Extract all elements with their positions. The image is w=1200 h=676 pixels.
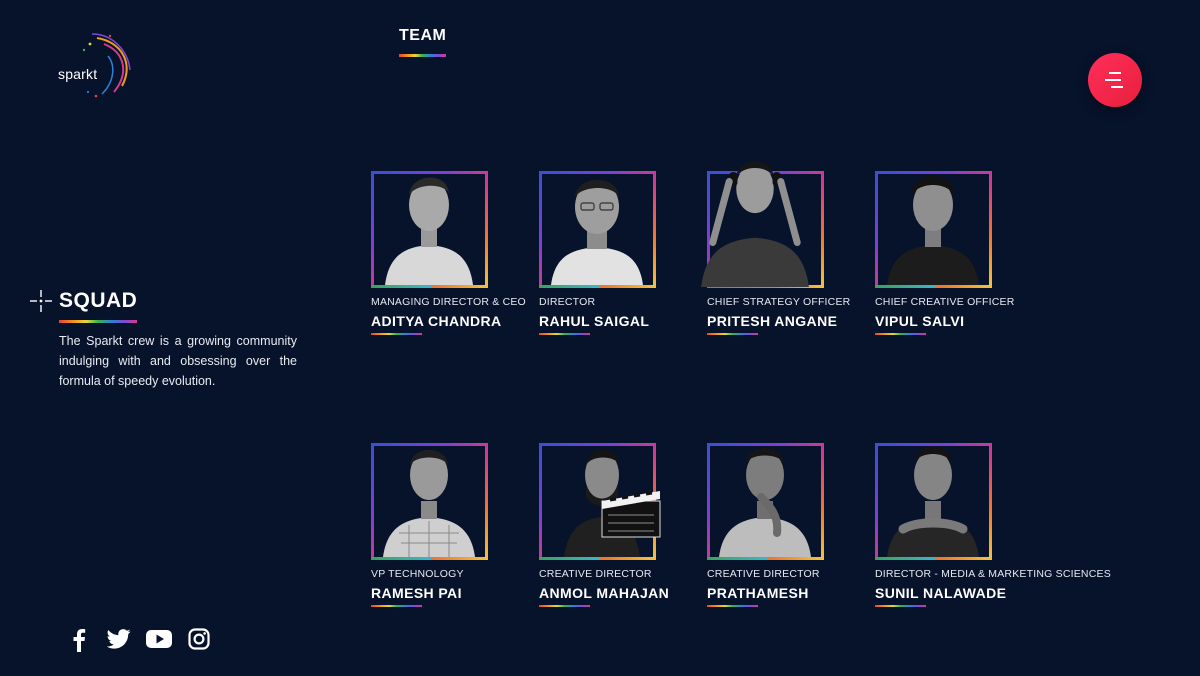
member-role: DIRECTOR - MEDIA & MARKETING SCIENCES (875, 568, 1111, 580)
member-name: VIPUL SALVI (875, 313, 965, 329)
member-name: PRATHAMESH (707, 585, 809, 601)
portrait-photo (701, 161, 809, 287)
member-role: CHIEF STRATEGY OFFICER (707, 296, 851, 308)
member-name-underline (707, 605, 758, 607)
twitter-icon[interactable] (107, 628, 131, 650)
member-role: CREATIVE DIRECTOR (539, 568, 652, 580)
team-card[interactable]: CHIEF CREATIVE OFFICER VIPUL SALVI (875, 171, 1075, 351)
member-name: SUNIL NALAWADE (875, 585, 1007, 601)
section-title: SQUAD (59, 289, 138, 312)
member-name-underline (371, 605, 422, 607)
member-role: CREATIVE DIRECTOR (707, 568, 820, 580)
portrait-photo (719, 448, 811, 557)
member-name: ADITYA CHANDRA (371, 313, 502, 329)
section-title-underline (59, 320, 137, 323)
portrait-photo (385, 177, 473, 285)
portrait-photo (551, 179, 643, 285)
portrait-photo (564, 450, 661, 557)
brand-logo[interactable]: sparkt (52, 30, 142, 104)
member-name: PRITESH ANGANE (707, 313, 838, 329)
logo-text: sparkt (58, 66, 98, 82)
member-name-underline (539, 605, 590, 607)
member-name-underline (875, 333, 926, 335)
member-name-underline (371, 333, 422, 335)
member-name-underline (875, 605, 926, 607)
nav-item-team[interactable]: TEAM (399, 27, 446, 45)
facebook-icon[interactable] (72, 628, 86, 652)
portrait-photo (887, 176, 979, 285)
menu-icon (1105, 72, 1123, 88)
member-name: RAHUL SAIGAL (539, 313, 650, 329)
youtube-icon[interactable] (146, 628, 172, 650)
member-role: MANAGING DIRECTOR & CEO (371, 296, 526, 308)
member-name-underline (707, 333, 758, 335)
section-description: The Sparkt crew is a growing community i… (59, 334, 297, 388)
crosshair-icon (30, 290, 52, 312)
instagram-icon[interactable] (188, 628, 210, 650)
member-role: VP TECHNOLOGY (371, 568, 464, 580)
portrait-photo (383, 450, 475, 557)
member-role: DIRECTOR (539, 296, 596, 308)
member-name: ANMOL MAHAJAN (539, 585, 670, 601)
menu-button[interactable] (1088, 53, 1142, 107)
member-name: RAMESH PAI (371, 585, 462, 601)
team-card[interactable]: DIRECTOR - MEDIA & MARKETING SCIENCES SU… (875, 443, 1111, 623)
portrait-photo (887, 446, 979, 557)
member-name-underline (539, 333, 590, 335)
member-role: CHIEF CREATIVE OFFICER (875, 296, 1015, 308)
nav-active-underline (399, 54, 446, 57)
